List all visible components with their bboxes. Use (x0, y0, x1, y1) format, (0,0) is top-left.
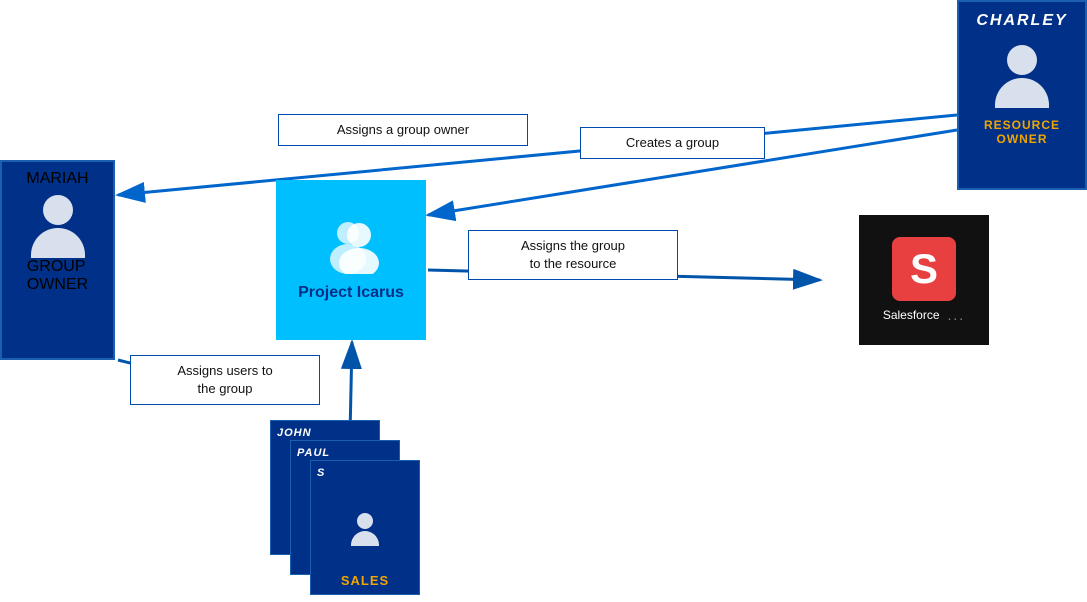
sales-avatar (345, 506, 385, 546)
mariah-role: GROUPOWNER (27, 258, 88, 294)
label-assigns-resource: Assigns the groupto the resource (468, 230, 678, 280)
salesforce-dots: ... (948, 307, 966, 323)
salesforce-name: Salesforce (883, 308, 940, 322)
label-assigns-owner: Assigns a group owner (278, 114, 528, 146)
mariah-avatar (23, 188, 93, 258)
project-icarus-box: Project Icarus (276, 180, 426, 340)
user-card-sales: S SALES (310, 460, 420, 595)
label-creates-group: Creates a group (580, 127, 765, 159)
salesforce-box: S Salesforce ... (859, 215, 989, 345)
assigns-resource-text: Assigns the groupto the resource (521, 238, 625, 271)
label-assigns-users: Assigns users tothe group (130, 355, 320, 405)
group-icon (316, 219, 386, 274)
charley-avatar (987, 38, 1057, 108)
charley-role: RESOURCEOWNER (984, 118, 1060, 147)
salesforce-logo: S (892, 237, 956, 301)
user-paul-name: PAUL (297, 447, 330, 459)
diagram-container: CHARLEY RESOURCEOWNER MARIAH GROUPOWNER (0, 0, 1087, 602)
user-john-name: JOHN (277, 427, 312, 439)
user-sales-initial: S (317, 467, 325, 479)
user-sales-label: SALES (341, 573, 389, 588)
charley-name: CHARLEY (976, 12, 1067, 30)
mariah-card: MARIAH GROUPOWNER (0, 160, 115, 360)
group-name: Project Icarus (298, 284, 404, 302)
assigns-users-text: Assigns users tothe group (177, 363, 272, 396)
charley-card: CHARLEY RESOURCEOWNER (957, 0, 1087, 190)
mariah-name: MARIAH (26, 170, 88, 188)
